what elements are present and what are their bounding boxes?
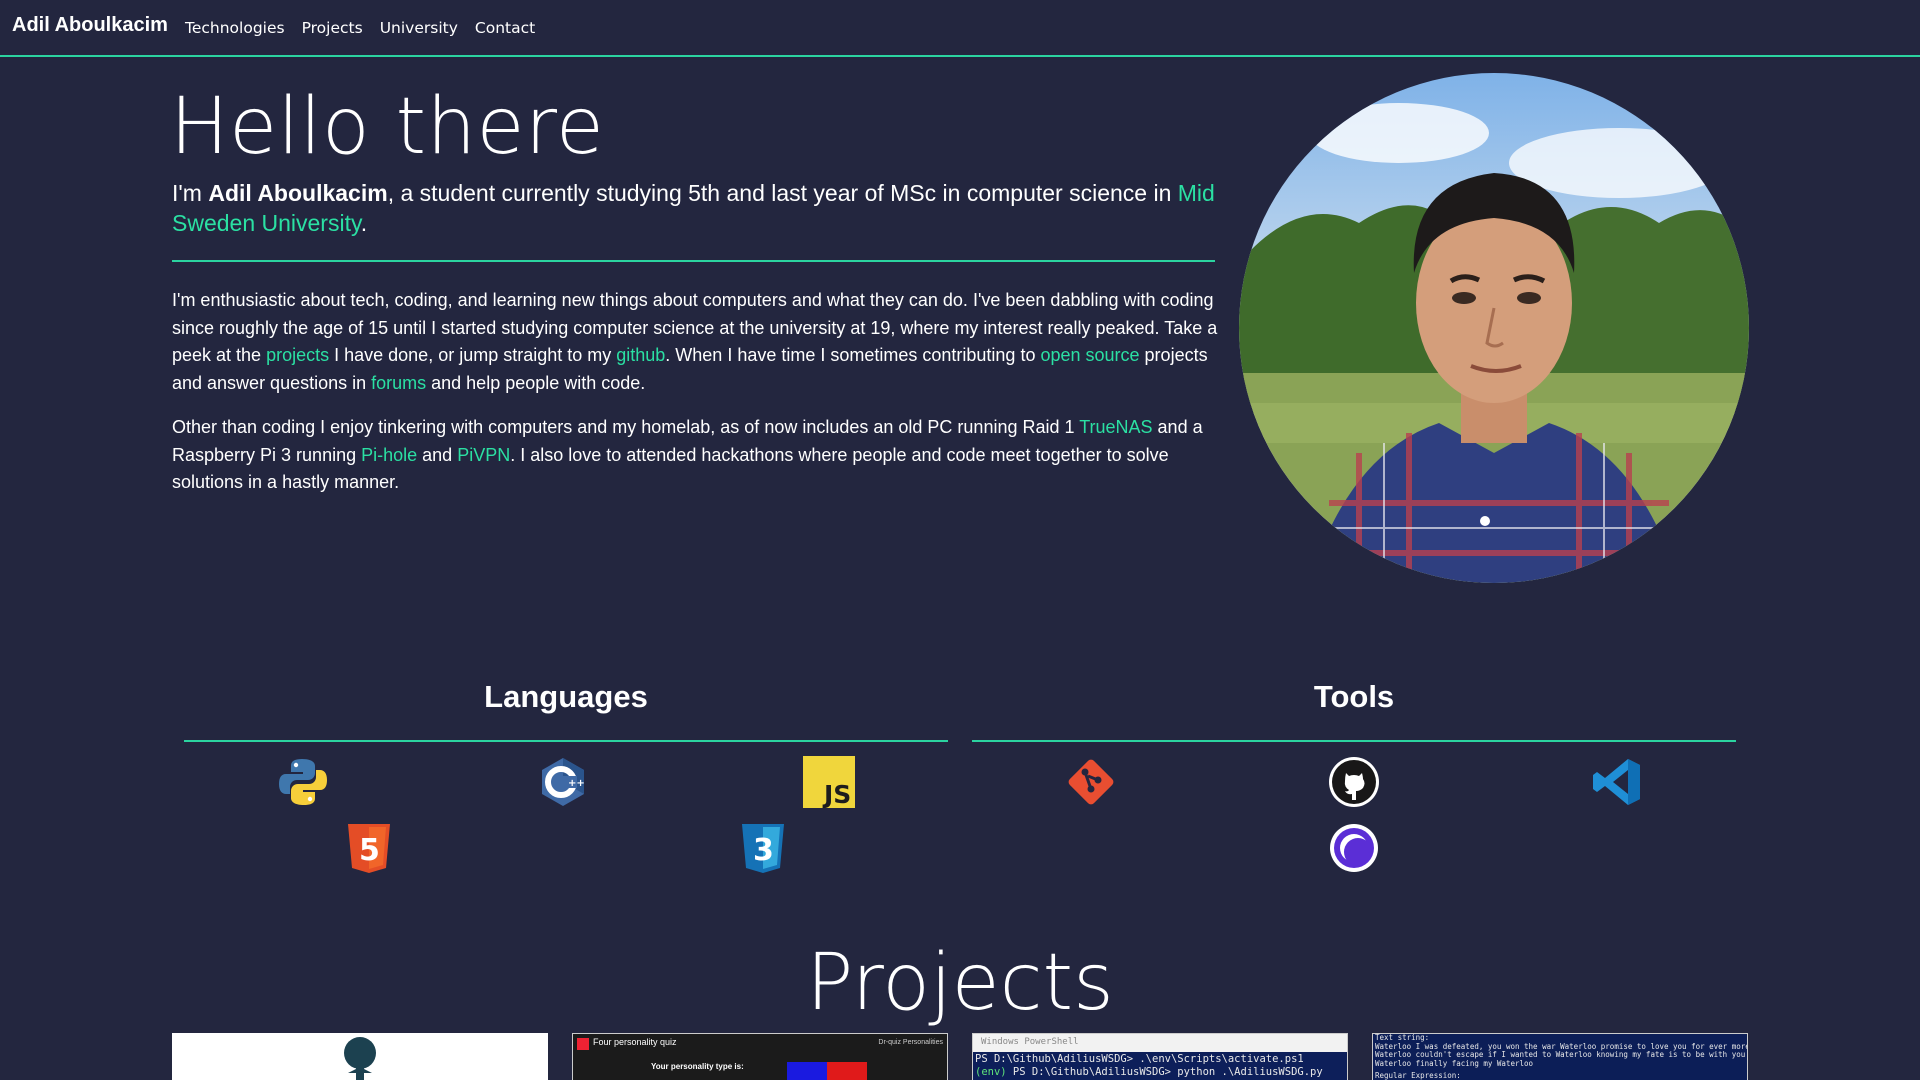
cplusplus-icon: ++: [537, 756, 589, 808]
css3-icon: 3: [737, 822, 789, 874]
projects-link[interactable]: projects: [266, 345, 329, 365]
app-icon: [577, 1038, 589, 1050]
about-text: I have done, or jump straight to my: [329, 345, 617, 365]
project-thumbnail-3[interactable]: Windows PowerShell PS D:\Github\AdiliusW…: [972, 1033, 1348, 1080]
thumb4-line: Waterloo finally facing my Waterloo: [1375, 1058, 1534, 1068]
javascript-icon: JS: [803, 756, 855, 809]
pivpn-link[interactable]: PiVPN: [457, 445, 510, 465]
projects-title: Projects: [806, 938, 1114, 1028]
hero-title: Hello there: [170, 82, 605, 172]
truenas-link[interactable]: TrueNAS: [1079, 417, 1152, 437]
github-icon: [1328, 756, 1380, 808]
tools-divider: [972, 740, 1736, 742]
hero-sub-end: .: [360, 210, 368, 236]
hero-subtitle: I'm Adil Aboulkacim, a student currently…: [172, 178, 1222, 238]
forums-link[interactable]: forums: [371, 373, 426, 393]
about-paragraph-1: I'm enthusiastic about tech, coding, and…: [172, 287, 1222, 397]
open-source-link[interactable]: open source: [1040, 345, 1139, 365]
hero-name: Adil Aboulkacim: [208, 180, 388, 206]
hero-sub-prefix: I'm: [172, 180, 209, 206]
about-text: and: [417, 444, 458, 465]
pihole-link[interactable]: Pi-hole: [361, 445, 417, 465]
svg-text:JS: JS: [822, 780, 851, 808]
profile-photo: [1239, 73, 1749, 583]
vscode-icon: [1591, 756, 1643, 808]
git-icon: [1065, 756, 1117, 808]
about-text: . When I have time I sometimes contribut…: [665, 345, 1041, 365]
env-prefix: (env): [975, 1066, 1007, 1078]
languages-title: Languages: [484, 679, 648, 714]
color-block-blue: [787, 1062, 827, 1080]
nav-link-technologies[interactable]: Technologies: [185, 19, 285, 37]
svg-text:5: 5: [359, 833, 380, 868]
brand-link[interactable]: Adil Aboulkacim: [12, 14, 168, 37]
thumb3-line2-text: PS D:\Github\AdiliusWSDG> python .\Adili…: [1006, 1066, 1323, 1078]
thumb2-body: Your personality type is:: [651, 1062, 744, 1071]
color-block-red: [827, 1062, 867, 1080]
thumb3-header: Windows PowerShell: [973, 1034, 1347, 1052]
top-navbar: Adil Aboulkacim Technologies Projects Un…: [0, 0, 1920, 57]
tools-title: Tools: [1313, 679, 1395, 714]
project-thumbnail-2[interactable]: Four personality quiz Dr-quiz Personalit…: [572, 1033, 948, 1080]
github-link[interactable]: github: [616, 345, 665, 365]
thumb4-text: Text string: Waterloo I was defeated, yo…: [1375, 1034, 1747, 1080]
project-thumbnail-1[interactable]: [172, 1033, 548, 1080]
thumb3-line1: PS D:\Github\AdiliusWSDG> .\env\Scripts\…: [975, 1053, 1304, 1065]
circle-icon: [1328, 822, 1380, 874]
thumb2-title: Four personality quiz: [593, 1037, 677, 1047]
about-text: Other than coding I enjoy tinkering with…: [172, 417, 1080, 437]
nav-link-contact[interactable]: Contact: [475, 19, 535, 37]
nav-links: Technologies Projects University Contact: [185, 19, 535, 37]
nav-link-projects[interactable]: Projects: [302, 19, 363, 37]
about-text: and help people with code.: [426, 372, 646, 393]
project-thumbnail-4[interactable]: Text string: Waterloo I was defeated, yo…: [1372, 1033, 1748, 1080]
svg-text:3: 3: [753, 833, 774, 868]
python-icon: [277, 756, 329, 808]
divider: [172, 260, 1215, 262]
about-paragraph-2: Other than coding I enjoy tinkering with…: [172, 414, 1222, 497]
thumb2-right: Dr-quiz Personalities: [878, 1039, 943, 1046]
nav-link-university[interactable]: University: [380, 19, 458, 37]
svg-text:++: ++: [568, 778, 585, 789]
thumb4-line: Regular Expression:: [1375, 1071, 1461, 1080]
hero-sub-mid: , a student currently studying 5th and l…: [387, 180, 1178, 206]
html5-icon: 5: [343, 822, 395, 874]
thumb3-line2: (env) PS D:\Github\AdiliusWSDG> python .…: [975, 1066, 1323, 1078]
languages-divider: [184, 740, 948, 742]
